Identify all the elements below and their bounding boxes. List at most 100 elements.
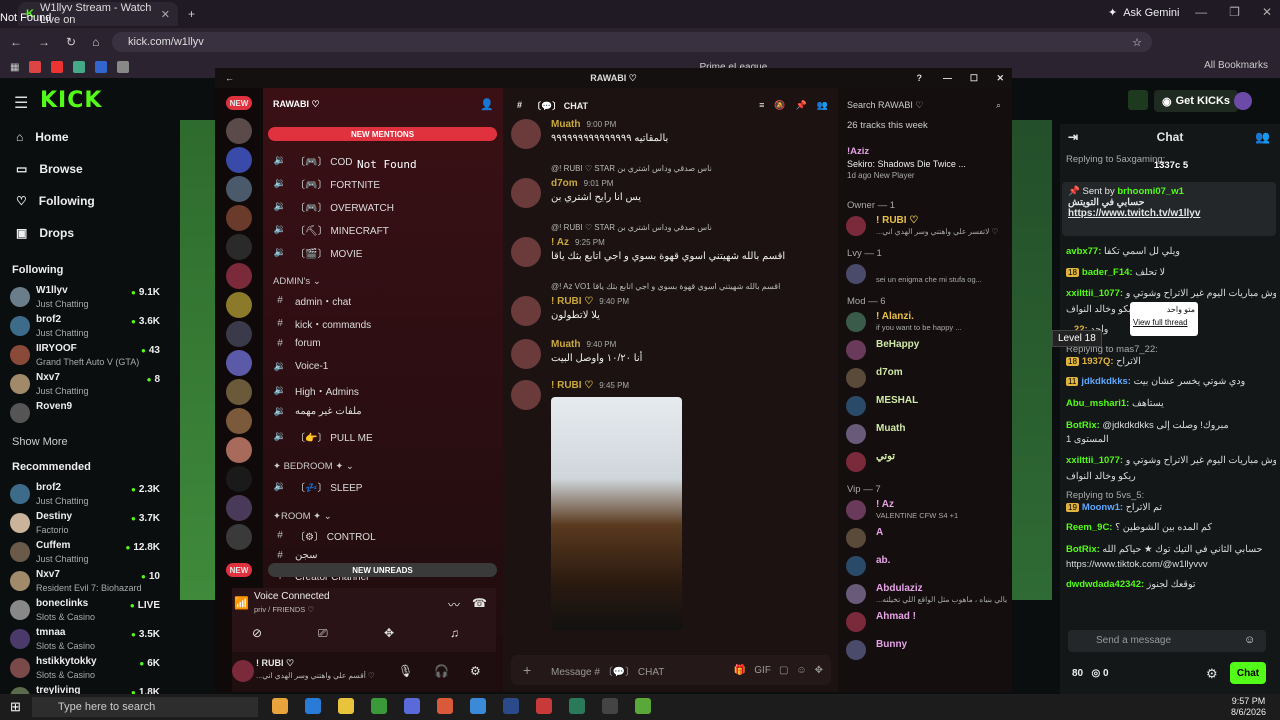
server-icon[interactable] xyxy=(226,437,252,463)
maximize-icon[interactable]: ❐ xyxy=(1229,5,1240,19)
member-item[interactable]: d7om xyxy=(846,366,1008,390)
channel-item[interactable]: # سجن xyxy=(273,550,317,561)
activity-card[interactable]: !Aziz Sekiro: Shadows Die Twice ... 1d a… xyxy=(847,146,1009,186)
sidebar-channel[interactable]: W1llyv Just Chatting 9.1K xyxy=(10,283,160,311)
pinned-link[interactable]: https://www.twitch.tv/w1llyv xyxy=(1068,208,1270,219)
brave-icon[interactable] xyxy=(437,698,453,714)
voice-channel-name[interactable]: priv / FRIENDS ♡ xyxy=(254,605,314,614)
chat-message[interactable]: https://www.tiktok.com/@w1llyvvv xyxy=(1066,559,1276,570)
forward-icon[interactable]: → xyxy=(38,35,50,49)
chat-message[interactable]: ريكو وخالد النواف xyxy=(1066,471,1276,482)
sidebar-channel[interactable]: tmnaa Slots & Casino 3.5K xyxy=(10,625,160,653)
member-item[interactable]: Bunny xyxy=(846,638,1008,662)
stream-video-left[interactable] xyxy=(180,120,216,600)
message-input[interactable]: + Message # 〔💬〕 CHAT 🎁 GIF ▢ ☺ ✥ xyxy=(511,655,831,685)
sticker-icon[interactable]: ▢ xyxy=(779,665,788,676)
close-icon[interactable]: ✕ xyxy=(1262,5,1272,19)
settings-icon[interactable]: ⚙ xyxy=(470,664,481,678)
sidebar-channel[interactable]: Destiny Factorio 3.7K xyxy=(10,509,160,537)
message-author[interactable]: ! Az 9:25 PM xyxy=(551,237,605,248)
chat-username[interactable]: Moonw1: xyxy=(1082,502,1123,513)
home-icon[interactable]: ⌂ xyxy=(92,35,99,49)
chat-message[interactable]: BotRix: حسابي الثاني في التيك توك ★ حياك… xyxy=(1066,544,1276,555)
menu-icon[interactable]: ☰ xyxy=(14,93,28,113)
chat-message[interactable]: 19 Moonw1: تم الاتراح xyxy=(1066,502,1276,513)
message-author[interactable]: Muath 9:00 PM xyxy=(551,119,616,130)
sidebar-channel[interactable]: IIRYOOF Grand Theft Auto V (GTA)43 xyxy=(10,341,160,369)
member-item[interactable]: Muath xyxy=(846,422,1008,446)
disconnect-icon[interactable]: ☎ xyxy=(472,596,487,610)
channel-list-server-name[interactable]: RAWABI ♡ xyxy=(273,99,320,110)
channel-item[interactable]: 🔉 〔🎬〕 MOVIE xyxy=(273,245,363,260)
soundboard-icon[interactable]: ♫ xyxy=(450,626,459,640)
chat-message[interactable]: Reem_9C: كم المده بين الشوطين ؟ xyxy=(1066,522,1276,533)
stream-video-right[interactable] xyxy=(1012,120,1052,600)
sidebar-channel[interactable]: Roven9 xyxy=(10,399,160,427)
member-item[interactable]: ! RUBI ♡ ...لاتفسر علي واهتني وسر الهدي ا… xyxy=(846,214,1008,238)
member-item[interactable]: ! Alanzi. if you want to be happy ... xyxy=(846,310,1008,334)
help-icon[interactable]: ? xyxy=(917,73,923,83)
channel-item[interactable]: # forum xyxy=(273,338,320,349)
camera-off-icon[interactable]: ⊘ xyxy=(252,626,262,640)
nav-drops[interactable]: ▣ Drops xyxy=(16,226,74,240)
chat-username[interactable]: avbx77: xyxy=(1066,246,1101,257)
member-item[interactable]: توتي xyxy=(846,450,1008,474)
back-icon[interactable]: ← xyxy=(225,73,234,83)
get-kicks-button[interactable]: ◉ Get KICKs xyxy=(1154,90,1239,112)
add-friend-icon[interactable]: 👤 xyxy=(480,98,494,111)
nav-browse[interactable]: ▭ Browse xyxy=(16,162,83,176)
apps-icon[interactable]: ✥ xyxy=(815,665,823,676)
chat-username[interactable]: xxilttii_1077: xyxy=(1066,455,1123,466)
terminal-icon[interactable] xyxy=(569,698,585,714)
sidebar-channel[interactable]: bonecIinks Slots & Casino LIVE xyxy=(10,596,160,624)
send-message-input[interactable]: Send a message xyxy=(1068,630,1266,652)
channel-item[interactable]: 🔉 〔⛏〕 MINECRAFT xyxy=(273,222,389,237)
chat-username[interactable]: BotRix: xyxy=(1066,544,1100,555)
steam-icon[interactable] xyxy=(503,698,519,714)
new-tab-icon[interactable]: + xyxy=(188,7,195,21)
members-icon[interactable]: 👥 xyxy=(817,100,828,111)
sidebar-channel[interactable]: Nxv7 Resident Evil 7: Biohazard10 xyxy=(10,567,160,595)
new-mentions-banner[interactable]: NEW MENTIONS xyxy=(268,127,497,141)
member-item[interactable]: A xyxy=(846,526,1008,550)
add-attachment-icon[interactable]: + xyxy=(523,662,531,678)
member-item[interactable]: Abdulaziz ...يالي بنياه ، ماهوب مثل الواق… xyxy=(846,582,1008,606)
bookmark-icon[interactable] xyxy=(117,61,130,73)
app-icon[interactable] xyxy=(470,698,486,714)
channel-item[interactable]: 🔉 〔👉〕 PULL ME xyxy=(273,429,373,444)
kick-logo[interactable]: KICK xyxy=(40,88,102,113)
close-tab-icon[interactable]: ✕ xyxy=(161,8,170,21)
avatar[interactable] xyxy=(232,660,254,682)
server-icon[interactable] xyxy=(226,234,252,260)
channel-item[interactable]: 🔉 ملفات غير مهمه xyxy=(273,406,362,417)
chat-message[interactable]: 18 bader_F14: لا تحلف xyxy=(1066,267,1276,278)
category-admins[interactable]: ADMIN's ⌄ xyxy=(273,276,321,287)
settings-icon[interactable]: ⚙ xyxy=(1206,666,1218,682)
sidebar-channel[interactable]: brof2 Just Chatting 3.6K xyxy=(10,312,160,340)
app-icon[interactable] xyxy=(536,698,552,714)
url-field[interactable]: kick.com/w1llyv ☆ xyxy=(112,32,1152,52)
emoji-icon[interactable]: ☺ xyxy=(796,665,806,676)
coffee-photo-attachment[interactable] xyxy=(551,397,682,630)
member-item[interactable]: Ahmad ! xyxy=(846,610,1008,634)
gift-icon[interactable]: 🎁 xyxy=(734,665,746,676)
channel-item[interactable]: 🔉 〔🎮〕 FORTNITE xyxy=(273,176,380,191)
maps-icon[interactable] xyxy=(73,61,86,73)
channel-item[interactable]: 🔉 High・Admins xyxy=(273,383,359,398)
maximize-icon[interactable]: ☐ xyxy=(970,73,978,84)
threads-icon[interactable]: ≡ xyxy=(759,100,764,110)
kick-cart-icon[interactable] xyxy=(1128,90,1148,110)
mute-icon[interactable]: 🔕 xyxy=(774,100,785,111)
category-bedroom[interactable]: ✦ BEDROOM ✦ ⌄ xyxy=(273,461,354,472)
emoji-icon[interactable]: ☺ xyxy=(1244,634,1255,646)
view-full-thread-link[interactable]: View full thread xyxy=(1133,318,1195,327)
collapse-chat-icon[interactable]: ⇥ xyxy=(1068,130,1078,144)
minimize-icon[interactable]: — xyxy=(1195,5,1207,19)
channel-item[interactable]: # kick・commands xyxy=(273,316,371,331)
server-icon[interactable] xyxy=(226,495,252,521)
back-icon[interactable]: ← xyxy=(10,35,22,49)
headphones-icon[interactable]: 🎧 xyxy=(434,664,449,678)
app-icon[interactable] xyxy=(602,698,618,714)
channel-item[interactable]: 🔉 〔💤〕 SLEEP xyxy=(273,479,363,494)
channel-item[interactable]: 🔉 〔🎮〕 OVERWATCH xyxy=(273,199,394,214)
